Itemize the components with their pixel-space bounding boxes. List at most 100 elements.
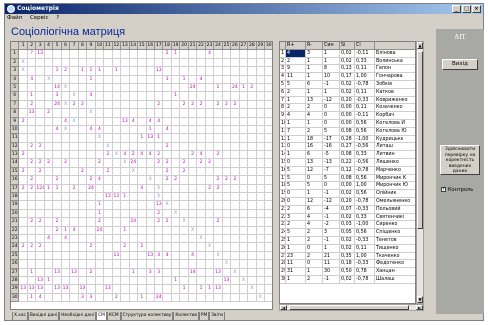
matrix-cell[interactable]: [205, 125, 215, 135]
matrix-cell[interactable]: [104, 100, 113, 110]
table-cell[interactable]: 4: [306, 221, 323, 230]
table-cell[interactable]: 1,00: [355, 73, 375, 81]
matrix-cell[interactable]: [70, 109, 79, 118]
matrix-cell[interactable]: [87, 83, 96, 93]
tab-4[interactable]: КСМ: [106, 312, 121, 321]
matrix-cell[interactable]: [214, 159, 223, 168]
matrix-cell[interactable]: [53, 276, 62, 286]
matrix-cell[interactable]: [27, 251, 37, 261]
table-cell[interactable]: 30: [323, 268, 340, 276]
maximize-button[interactable]: □: [462, 5, 471, 13]
matrix-cell[interactable]: [146, 285, 155, 294]
matrix-cell[interactable]: [239, 268, 249, 277]
matrix-cell[interactable]: [222, 209, 232, 219]
matrix-cell[interactable]: [44, 243, 54, 252]
matrix-cell[interactable]: [95, 234, 105, 244]
matrix-cell[interactable]: X: [112, 151, 122, 160]
matrix-cell[interactable]: 4: [197, 75, 206, 84]
matrix-cell[interactable]: 13: [53, 285, 62, 294]
matrix-cell[interactable]: [188, 50, 198, 59]
matrix-cell[interactable]: [121, 83, 130, 93]
matrix-cell[interactable]: [163, 92, 172, 101]
table-cell[interactable]: 0,02: [340, 57, 355, 66]
table-cell[interactable]: 1: [286, 119, 306, 128]
matrix-cell[interactable]: [87, 251, 96, 261]
table-cell[interactable]: 0,02: [340, 49, 355, 58]
matrix-cell[interactable]: 2: [214, 100, 223, 110]
matrix-cell[interactable]: [87, 159, 96, 168]
matrix-cell[interactable]: [188, 201, 198, 210]
matrix-cell[interactable]: [138, 234, 147, 244]
matrix-cell[interactable]: [129, 125, 139, 135]
matrix-cell[interactable]: X: [44, 75, 54, 84]
matrix-cell[interactable]: 1: [87, 75, 96, 84]
matrix-cell[interactable]: 2: [154, 218, 164, 227]
matrix-cell[interactable]: [146, 92, 155, 101]
matrix-cell[interactable]: [265, 134, 272, 143]
matrix-cell[interactable]: [121, 176, 130, 185]
matrix-cell[interactable]: [265, 50, 272, 59]
matrix-cell[interactable]: [180, 193, 189, 202]
table-cell[interactable]: 1: [286, 244, 306, 253]
matrix-cell[interactable]: [27, 117, 37, 126]
matrix-cell[interactable]: 4: [95, 176, 105, 185]
matrix-cell[interactable]: 4: [87, 125, 96, 135]
matrix-cell[interactable]: [256, 209, 266, 219]
matrix-cell[interactable]: [19, 100, 28, 110]
matrix-cell[interactable]: [222, 117, 232, 126]
matrix-cell[interactable]: [70, 209, 79, 219]
table-cell[interactable]: -2: [323, 221, 340, 230]
table-cell[interactable]: 0,08: [340, 127, 355, 136]
scroll-up-icon[interactable]: ▲: [417, 42, 423, 49]
table-cell[interactable]: -0,56: [355, 158, 375, 167]
matrix-cell[interactable]: [205, 67, 215, 76]
matrix-cell[interactable]: [214, 58, 223, 68]
matrix-cell[interactable]: [138, 285, 147, 294]
matrix-cell[interactable]: X: [95, 134, 105, 143]
matrix-cell[interactable]: [205, 117, 215, 126]
matrix-cell[interactable]: [256, 234, 266, 244]
matrix-cell[interactable]: X: [171, 209, 181, 219]
table-cell-name[interactable]: Сиренко: [375, 221, 415, 230]
matrix-cell[interactable]: X: [70, 117, 79, 126]
matrix-cell[interactable]: [138, 260, 147, 269]
matrix-cell[interactable]: [70, 176, 79, 185]
matrix-cell[interactable]: [188, 117, 198, 126]
matrix-cell[interactable]: [70, 159, 79, 168]
matrix-cell[interactable]: [53, 75, 62, 84]
table-cell[interactable]: 0,56: [355, 174, 375, 183]
matrix-cell[interactable]: 1: [138, 134, 147, 143]
matrix-cell[interactable]: [256, 276, 266, 286]
matrix-cell[interactable]: [231, 243, 240, 252]
matrix-cell[interactable]: [95, 243, 105, 252]
matrix-cell[interactable]: [146, 193, 155, 202]
matrix-cell[interactable]: [188, 58, 198, 68]
matrix-cell[interactable]: [121, 268, 130, 277]
matrix-cell[interactable]: [78, 184, 88, 194]
matrix-cell[interactable]: [27, 125, 37, 135]
matrix-cell[interactable]: [248, 184, 257, 194]
table-header-cell[interactable]: Ci: [355, 42, 375, 50]
matrix-cell[interactable]: [53, 167, 62, 177]
matrix-cell[interactable]: 2: [214, 176, 223, 185]
table-cell[interactable]: -5: [323, 151, 340, 159]
matrix-cell[interactable]: [188, 92, 198, 101]
matrix-cell[interactable]: [87, 276, 96, 286]
matrix-cell[interactable]: [205, 251, 215, 261]
matrix-cell[interactable]: [36, 151, 45, 160]
matrix-cell[interactable]: [36, 176, 45, 185]
matrix-cell[interactable]: [78, 193, 88, 202]
table-cell[interactable]: 12: [306, 166, 323, 175]
matrix-cell[interactable]: [231, 151, 240, 160]
matrix-cell[interactable]: [180, 293, 189, 303]
matrix-cell[interactable]: [112, 167, 122, 177]
matrix-cell[interactable]: [61, 167, 71, 177]
matrix-cell[interactable]: [197, 260, 206, 269]
matrix-cell[interactable]: [112, 285, 122, 294]
table-cell[interactable]: 0,02: [340, 88, 355, 97]
matrix-cell[interactable]: [53, 151, 62, 160]
matrix-cell[interactable]: [163, 109, 172, 118]
matrix-cell[interactable]: [205, 83, 215, 93]
matrix-cell[interactable]: [222, 50, 232, 59]
table-horizontal-scrollbar[interactable]: ◄ ►: [279, 304, 424, 311]
